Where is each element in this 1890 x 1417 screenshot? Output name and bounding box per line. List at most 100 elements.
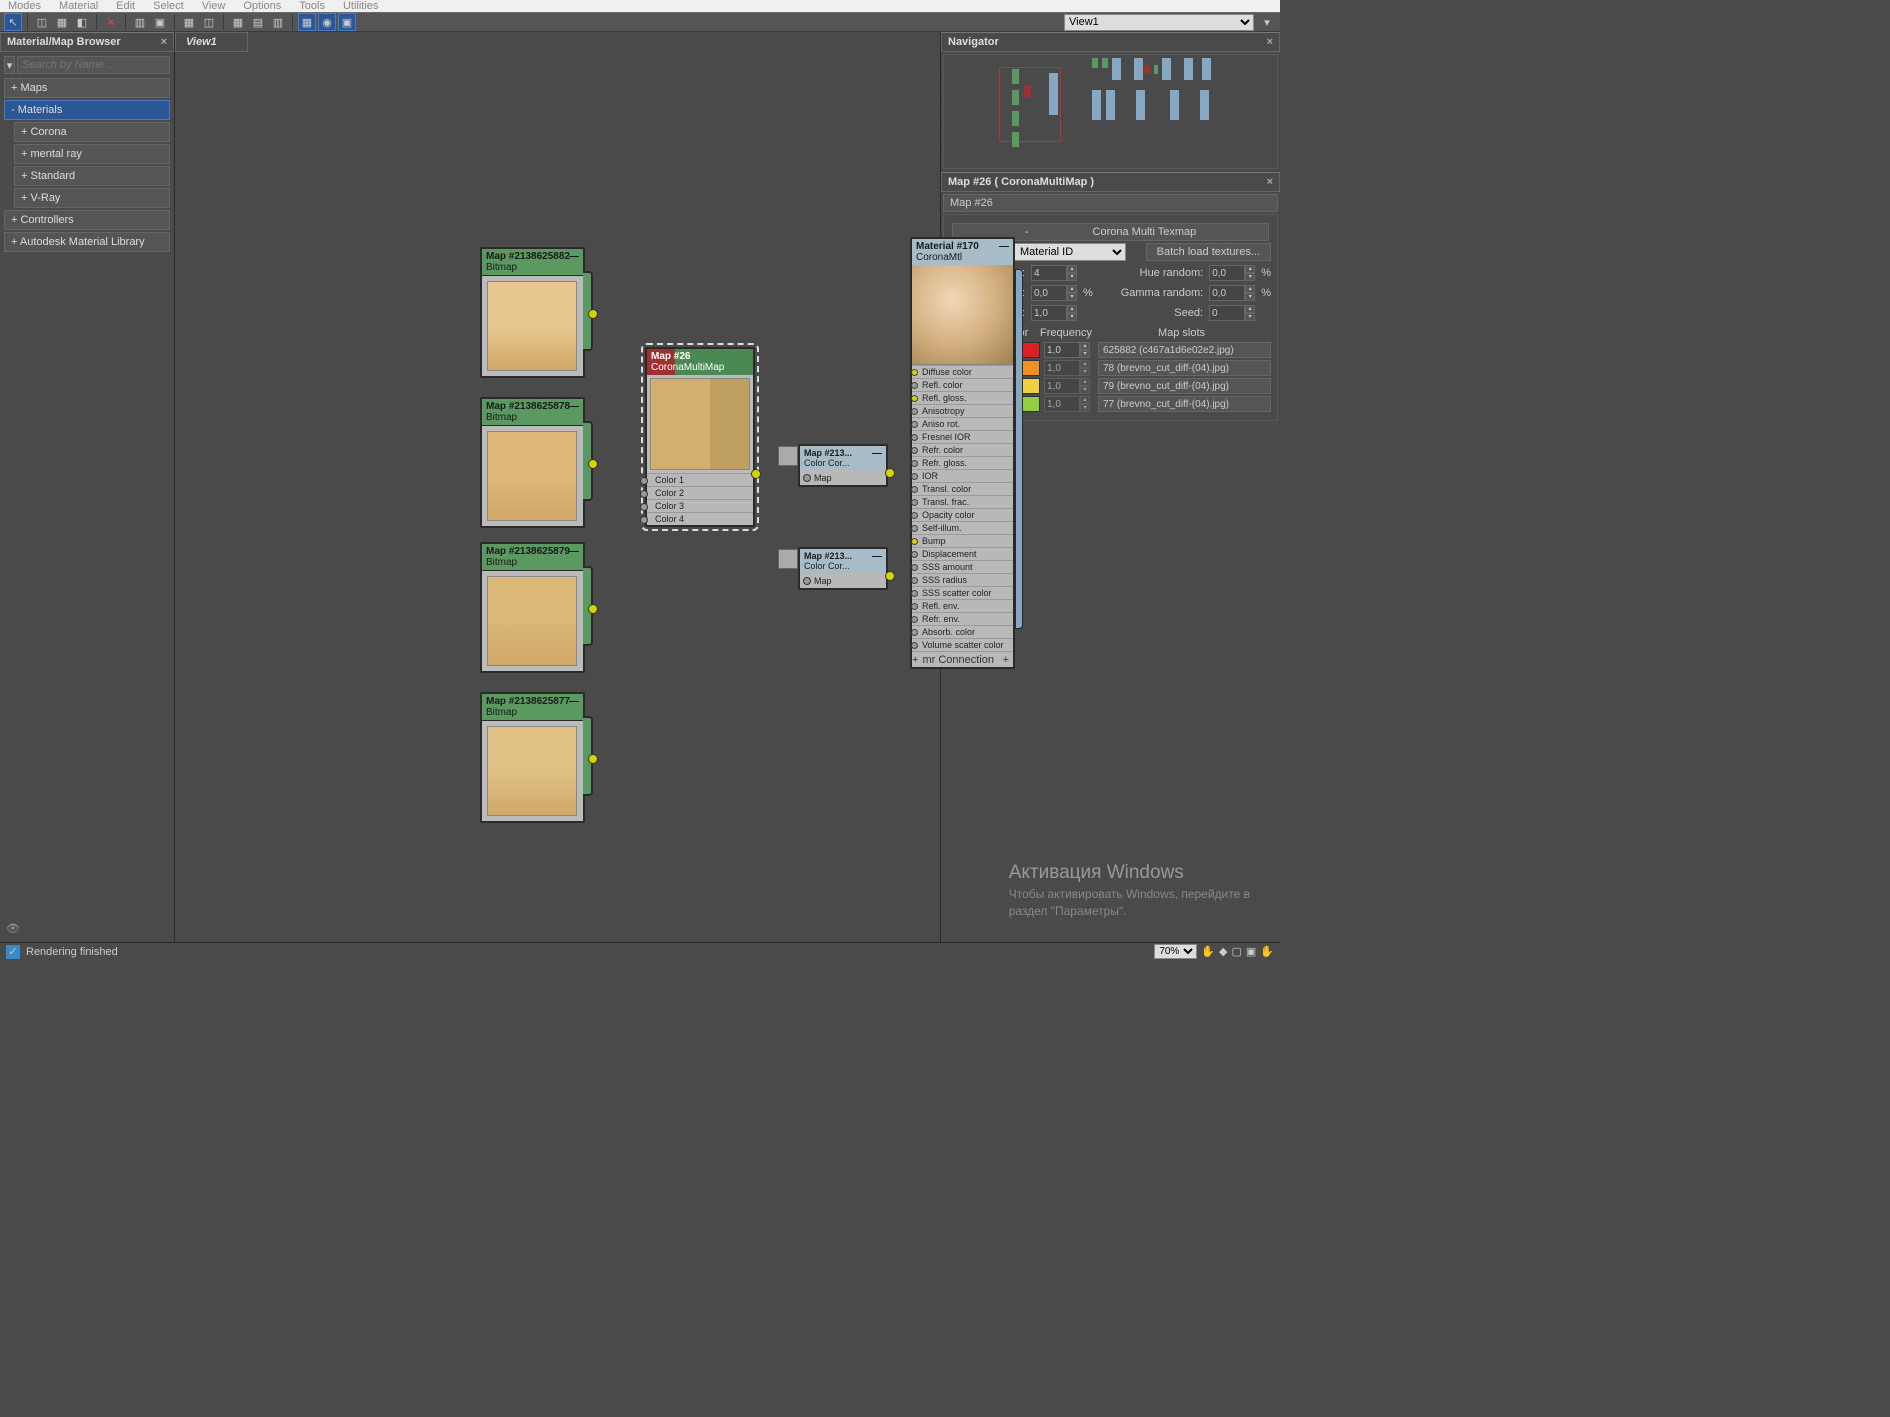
input-port[interactable] (911, 434, 918, 441)
output-port[interactable] (885, 468, 895, 478)
tool-icon[interactable]: ▥ (269, 13, 287, 31)
material-input-slot[interactable]: Diffuse color (912, 365, 1013, 378)
input-port[interactable] (911, 551, 918, 558)
tool-icon[interactable]: ▦ (298, 13, 316, 31)
zoom-select[interactable]: 70% (1154, 944, 1197, 959)
input-port[interactable] (911, 603, 918, 610)
map-slot-button[interactable]: 625882 (c467a1d6e02e2.jpg) (1098, 342, 1271, 358)
menu-item[interactable]: Options (243, 0, 281, 12)
input-port[interactable] (911, 629, 918, 636)
input-port[interactable] (911, 473, 918, 480)
menu-item[interactable]: Utilities (343, 0, 378, 12)
material-footer[interactable]: +mr Connection+ (912, 651, 1013, 667)
seed-spinner[interactable]: ▴▾ (1209, 305, 1255, 321)
material-input-slot[interactable]: Transl. color (912, 482, 1013, 495)
tool-icon[interactable]: ▦ (53, 13, 71, 31)
arrow-tool-icon[interactable]: ↖ (4, 13, 22, 31)
material-input-slot[interactable]: Bump (912, 534, 1013, 547)
input-port[interactable] (911, 577, 918, 584)
tool-icon[interactable]: ▤ (249, 13, 267, 31)
menu-item[interactable]: Edit (116, 0, 135, 12)
frequency-spinner[interactable]: ▴▾ (1044, 360, 1096, 376)
browser-item[interactable]: + Maps (4, 78, 170, 98)
material-input-slot[interactable]: SSS radius (912, 573, 1013, 586)
minimize-icon[interactable]: — (872, 448, 882, 459)
material-input-slot[interactable]: Volume scatter color (912, 638, 1013, 651)
map-slot-button[interactable]: 79 (brevno_cut_diff-(04).jpg) (1098, 378, 1271, 394)
material-input-slot[interactable]: Refr. color (912, 443, 1013, 456)
material-outputs-bar[interactable] (1015, 269, 1023, 629)
material-input-slot[interactable]: Anisotropy (912, 404, 1013, 417)
menu-item[interactable]: Material (59, 0, 98, 12)
input-port[interactable] (911, 616, 918, 623)
frequency-spinner[interactable]: ▴▾ (1044, 342, 1096, 358)
material-input-slot[interactable]: Self-illum. (912, 521, 1013, 534)
search-input[interactable] (17, 56, 170, 74)
output-port[interactable] (588, 604, 598, 614)
input-port[interactable] (911, 408, 918, 415)
output-port[interactable] (588, 459, 598, 469)
gamma-random-spinner[interactable]: ▴▾ (1209, 285, 1255, 301)
output-port[interactable] (588, 309, 598, 319)
tool-icon[interactable]: ◉ (318, 13, 336, 31)
item-count-spinner[interactable]: ▴▾ (1031, 265, 1077, 281)
browser-item[interactable]: + Standard (14, 166, 170, 186)
input-port[interactable] (911, 499, 918, 506)
input-port[interactable] (911, 395, 918, 402)
material-input-slot[interactable]: Aniso rot. (912, 417, 1013, 430)
binoculars-icon[interactable]: 👁 (6, 922, 24, 936)
input-port[interactable] (640, 477, 648, 485)
input-slot[interactable]: Color 1 (647, 473, 753, 486)
material-input-slot[interactable]: Absorb. color (912, 625, 1013, 638)
input-port[interactable] (803, 577, 811, 585)
input-slot[interactable]: Color 3 (647, 499, 753, 512)
blur-spinner[interactable]: ▴▾ (1031, 305, 1077, 321)
output-port[interactable] (751, 469, 761, 479)
browser-item[interactable]: - Materials (4, 100, 170, 120)
menu-item[interactable]: View (202, 0, 226, 12)
bitmap-node[interactable]: Map #2138625878Bitmap— (480, 397, 585, 528)
minimize-icon[interactable]: — (569, 401, 579, 412)
delete-icon[interactable]: ✕ (102, 13, 120, 31)
minimize-icon[interactable]: — (872, 551, 882, 562)
pan-icon[interactable]: ✋ (1201, 945, 1215, 958)
input-port[interactable] (640, 503, 648, 511)
material-input-slot[interactable]: Displacement (912, 547, 1013, 560)
map-slot-button[interactable]: 78 (brevno_cut_diff-(04).jpg) (1098, 360, 1271, 376)
input-port[interactable] (911, 486, 918, 493)
browser-item[interactable]: + Autodesk Material Library (4, 232, 170, 252)
close-icon[interactable]: × (1267, 176, 1273, 188)
bitmap-node[interactable]: Map #2138625879Bitmap— (480, 542, 585, 673)
tool-icon[interactable]: ▣ (338, 13, 356, 31)
input-port[interactable] (911, 590, 918, 597)
input-port[interactable] (640, 516, 648, 524)
frequency-spinner[interactable]: ▴▾ (1044, 396, 1096, 412)
multimap-node[interactable]: Map #26CoronaMultiMap Color 1Color 2Colo… (645, 347, 755, 527)
dropdown-icon[interactable]: ▾ (1258, 13, 1276, 31)
tool-icon[interactable]: ◫ (200, 13, 218, 31)
material-input-slot[interactable]: Refl. color (912, 378, 1013, 391)
nav-icon[interactable]: ▢ (1231, 945, 1241, 958)
input-port[interactable] (911, 642, 918, 649)
tool-icon[interactable]: ▥ (131, 13, 149, 31)
input-port[interactable] (911, 421, 918, 428)
input-port[interactable] (911, 369, 918, 376)
color-correction-node[interactable]: Map #213...Color Cor...— Map (798, 444, 888, 487)
tool-icon[interactable]: ◫ (33, 13, 51, 31)
material-input-slot[interactable]: Refl. env. (912, 599, 1013, 612)
material-input-slot[interactable]: Refr. env. (912, 612, 1013, 625)
search-dropdown-icon[interactable]: ▾ (4, 56, 15, 74)
input-port[interactable] (911, 447, 918, 454)
material-input-slot[interactable]: Refl. gloss. (912, 391, 1013, 404)
input-port[interactable] (911, 460, 918, 467)
batch-load-button[interactable]: Batch load textures... (1146, 243, 1271, 261)
output-port[interactable] (885, 571, 895, 581)
browser-item[interactable]: + Corona (14, 122, 170, 142)
input-port[interactable] (911, 538, 918, 545)
close-icon[interactable]: × (161, 36, 167, 48)
mode-select[interactable]: Material ID (1011, 243, 1126, 261)
menu-item[interactable]: Tools (299, 0, 325, 12)
node-editor-viewport[interactable]: View1 Map #2138625882Bitmap— Map #213862… (175, 32, 940, 942)
nav-icon[interactable]: ✋ (1260, 945, 1274, 958)
material-input-slot[interactable]: SSS amount (912, 560, 1013, 573)
